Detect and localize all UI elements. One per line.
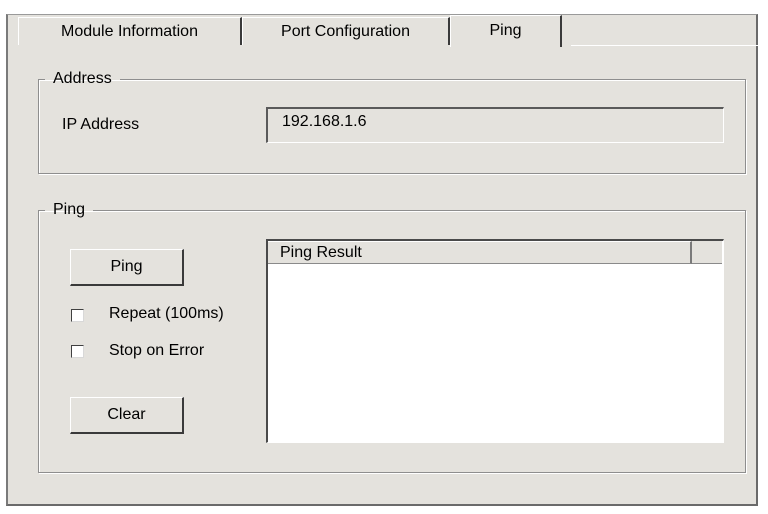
- ip-address-label: IP Address: [62, 116, 140, 133]
- ip-address-field[interactable]: 192.168.1.6: [266, 107, 724, 143]
- tab-strip: Module Information Port Configuration Pi…: [18, 15, 762, 47]
- header-filler: [692, 241, 722, 264]
- ping-legend: Ping: [53, 201, 86, 218]
- tab-label: Ping: [489, 22, 522, 39]
- address-legend: Address: [53, 70, 112, 87]
- ping-result-header-label: Ping Result: [280, 243, 362, 261]
- stop-on-error-label: Stop on Error: [109, 342, 205, 359]
- tab-ping[interactable]: Ping: [450, 15, 562, 47]
- tab-module-information[interactable]: Module Information: [18, 17, 242, 45]
- ping-result-header[interactable]: Ping Result: [268, 241, 692, 264]
- stop-on-error-checkbox[interactable]: [71, 345, 84, 358]
- tab-label: Port Configuration: [281, 22, 410, 40]
- module-window: Module Information Port Configuration Pi…: [6, 14, 758, 506]
- tab-label: Module Information: [61, 22, 198, 40]
- tab-divider: [571, 45, 758, 46]
- clear-button[interactable]: Clear: [70, 397, 184, 434]
- ping-result-list[interactable]: Ping Result: [266, 239, 724, 443]
- tab-port-configuration[interactable]: Port Configuration: [242, 17, 450, 45]
- repeat-label: Repeat (100ms): [109, 305, 224, 322]
- repeat-checkbox[interactable]: [71, 309, 84, 322]
- ping-button[interactable]: Ping: [70, 249, 184, 286]
